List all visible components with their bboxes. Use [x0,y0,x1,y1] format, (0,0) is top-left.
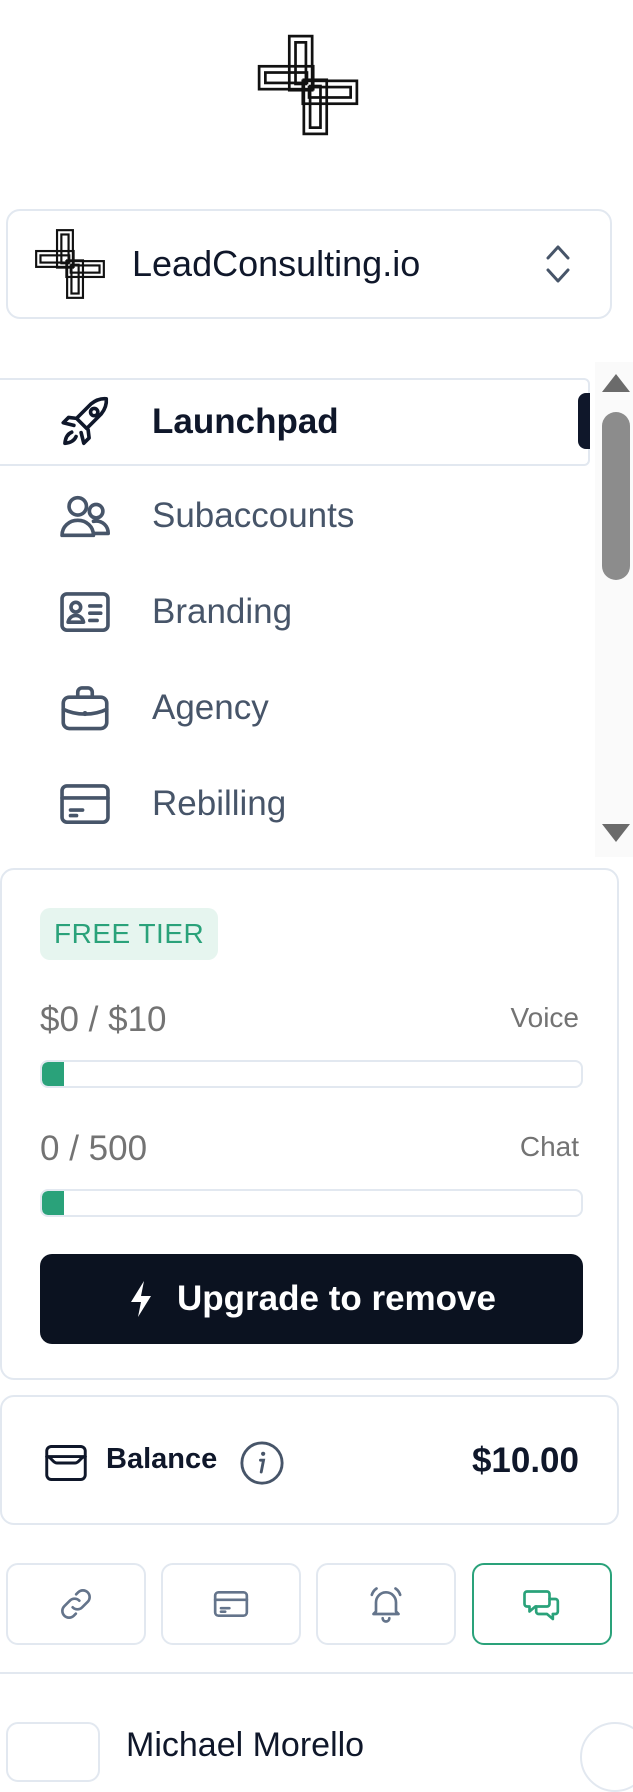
brand-logo[interactable] [256,33,360,137]
account-logo [34,228,106,300]
voice-usage-value: $0 / $10 [40,1000,167,1039]
sidebar-item-label: Launchpad [152,402,339,441]
rocket-icon [61,396,109,446]
voice-usage-bar [40,1060,583,1088]
lightning-bolt-icon [131,1281,152,1317]
sidebar-item-label: Subaccounts [152,496,355,535]
sidebar-item-label: Rebilling [152,784,287,823]
user-menu-button[interactable] [580,1722,633,1792]
chat-usage-bar [40,1189,583,1217]
upgrade-button-label: Upgrade to remove [177,1279,496,1318]
interlaced-knot-logo-icon [257,34,359,136]
credit-card-icon [60,784,110,824]
sidebar-item-branding[interactable]: Branding [0,568,590,656]
scrollbar-thumb[interactable] [602,412,630,580]
chat-usage-fill [42,1191,64,1215]
account-switcher[interactable]: LeadConsulting.io [6,209,612,319]
id-card-icon [60,592,110,632]
sidebar-nav: Launchpad Subaccounts Branding Agency Re… [0,362,633,857]
users-icon [60,495,111,538]
chat-usage-label: Chat [519,1131,579,1162]
divider [0,1672,633,1674]
scroll-up-arrow-icon[interactable] [602,374,630,392]
chat-bubbles-icon [523,1590,560,1621]
sidebar-item-launchpad[interactable]: Launchpad [0,378,590,466]
active-indicator [578,393,590,449]
scroll-down-arrow-icon[interactable] [602,824,630,842]
voice-usage-fill [42,1062,64,1086]
chevron-up-down-icon [546,245,570,283]
link-icon [61,1589,91,1619]
sidebar-item-label: Branding [152,592,293,631]
sidebar-item-agency[interactable]: Agency [0,664,590,752]
voice-usage-label: Voice [510,1002,580,1033]
notifications-button[interactable] [316,1563,456,1645]
sidebar-item-rebilling[interactable]: Rebilling [0,760,590,848]
link-button[interactable] [6,1563,146,1645]
plan-usage-card: FREE TIER $0 / $10 Voice 0 / 500 Chat Up… [0,868,619,1380]
info-icon[interactable] [239,1440,285,1486]
billing-button[interactable] [161,1563,301,1645]
quick-actions [6,1563,612,1645]
upgrade-button[interactable]: Upgrade to remove [40,1254,583,1344]
interlaced-knot-logo-icon [35,229,105,299]
alarm-bell-icon [370,1587,402,1623]
wallet-icon [45,1445,87,1481]
balance-label: Balance [106,1443,218,1475]
credit-card-icon [213,1591,249,1617]
chat-button[interactable] [472,1563,612,1645]
avatar[interactable] [6,1722,100,1782]
sidebar-item-label: Agency [152,688,269,727]
chat-usage-value: 0 / 500 [40,1129,148,1168]
sidebar-item-subaccounts[interactable]: Subaccounts [0,472,590,560]
plan-badge: FREE TIER [40,908,219,960]
balance-value: $10.00 [471,1441,579,1480]
balance-card: Balance $10.00 [0,1395,619,1525]
account-name: LeadConsulting.io [132,243,421,284]
briefcase-icon [61,686,109,731]
user-name: Michael Morello [126,1726,365,1764]
